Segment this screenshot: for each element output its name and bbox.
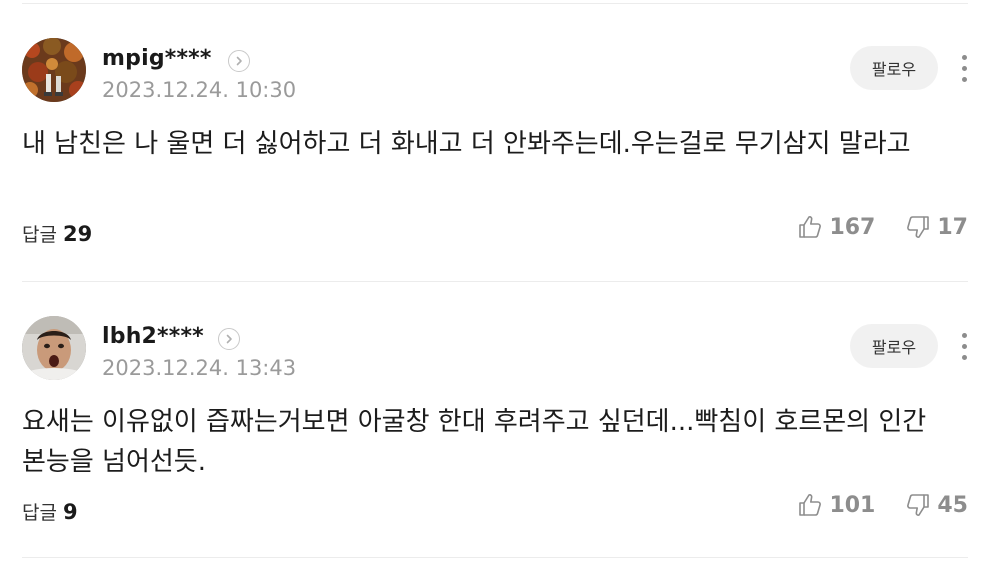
comment-list: mpig**** 2023.12.24. 10:30 팔로우 내 남친은 나 울… bbox=[0, 0, 988, 572]
follow-button[interactable]: 팔로우 bbox=[850, 46, 938, 90]
dislike-button[interactable]: 17 bbox=[905, 214, 968, 240]
reply-label: 답글 bbox=[22, 502, 57, 524]
thumbs-down-icon bbox=[907, 494, 930, 516]
more-options-icon[interactable] bbox=[958, 46, 970, 90]
reply-count: 29 bbox=[62, 222, 93, 246]
vote-group: 101 45 bbox=[797, 492, 968, 518]
avatar[interactable] bbox=[22, 316, 86, 380]
comment-text: 요새는 이유없이 즙짜는거보면 아굴창 한대 후려주고 싶던데...빡침이 호르… bbox=[22, 407, 927, 477]
divider bbox=[22, 3, 968, 4]
thumbs-down-icon bbox=[907, 216, 930, 238]
comment-item: lbh2**** 2023.12.24. 13:43 팔로우 요새는 이유없이 … bbox=[22, 316, 968, 572]
reply-label: 답글 bbox=[22, 224, 57, 246]
like-button[interactable]: 101 bbox=[797, 492, 875, 518]
vote-group: 167 17 bbox=[797, 214, 968, 240]
timestamp: 2023.12.24. 13:43 bbox=[102, 356, 297, 380]
dislike-button[interactable]: 45 bbox=[905, 492, 968, 518]
thumbs-up-icon bbox=[799, 494, 822, 516]
autumn-leaves-photo-icon bbox=[22, 38, 86, 102]
like-button[interactable]: 167 bbox=[797, 214, 875, 240]
chevron-right-icon[interactable] bbox=[228, 50, 250, 72]
like-count: 101 bbox=[829, 492, 876, 518]
reply-button[interactable]: 답글 9 bbox=[22, 498, 78, 525]
dislike-count: 17 bbox=[937, 214, 968, 240]
follow-button[interactable]: 팔로우 bbox=[850, 324, 938, 368]
more-options-icon[interactable] bbox=[958, 324, 970, 368]
avatar[interactable] bbox=[22, 38, 86, 102]
chevron-right-icon[interactable] bbox=[218, 328, 240, 350]
username[interactable]: lbh2**** bbox=[102, 324, 204, 349]
thumbs-up-icon bbox=[799, 216, 822, 238]
like-count: 167 bbox=[829, 214, 876, 240]
divider bbox=[22, 281, 968, 282]
comment-text: 내 남친은 나 울면 더 싫어하고 더 화내고 더 안봐주는데.우는걸로 무기삼… bbox=[22, 129, 911, 159]
divider bbox=[22, 557, 968, 558]
reply-button[interactable]: 답글 29 bbox=[22, 220, 92, 247]
timestamp: 2023.12.24. 10:30 bbox=[102, 78, 297, 102]
reply-count: 9 bbox=[62, 500, 78, 524]
username[interactable]: mpig**** bbox=[102, 46, 212, 71]
shocked-face-photo-icon bbox=[22, 316, 86, 380]
dislike-count: 45 bbox=[937, 492, 968, 518]
comment-item: mpig**** 2023.12.24. 10:30 팔로우 내 남친은 나 울… bbox=[22, 38, 968, 314]
